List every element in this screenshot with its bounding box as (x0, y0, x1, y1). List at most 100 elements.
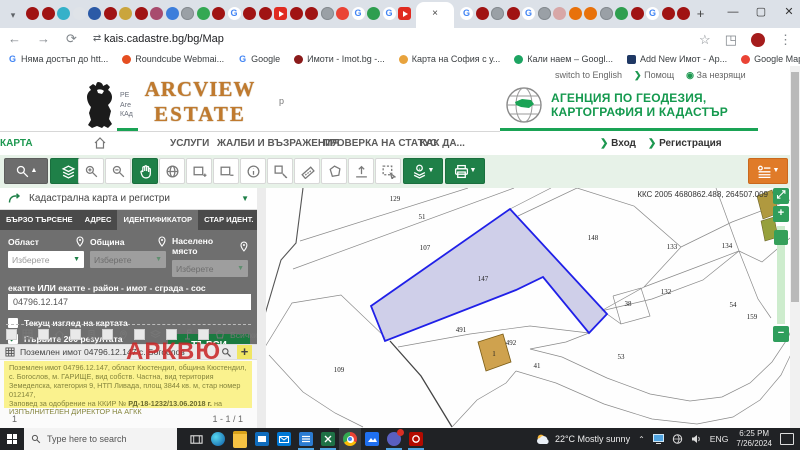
back-icon[interactable]: ← (8, 28, 21, 50)
browser-tab[interactable] (320, 7, 334, 20)
browser-menu-icon[interactable]: ⋮ (779, 29, 792, 51)
agency-logo[interactable]: АГЕНЦИЯ ПО ГЕОДЕЗИЯ, КАРТОГРАФИЯ И КАДАС… (505, 86, 728, 124)
fullscreen-button[interactable]: ⤢ (773, 188, 789, 204)
pan-tool-button[interactable] (132, 158, 158, 184)
cadastre-map[interactable]: 129 51 107 147 148 133 134 132 38 54 159 491 492 109 5… (266, 188, 790, 428)
taskbar-app-edge[interactable] (207, 428, 229, 450)
map-pin-icon[interactable] (158, 236, 166, 247)
zoom-in-tool-button[interactable] (78, 158, 104, 184)
add-result-button[interactable]: + (237, 345, 252, 359)
upload-tool-button[interactable] (348, 158, 374, 184)
measure-area-tool-button[interactable] (267, 158, 293, 184)
measure-distance-tool-button[interactable] (294, 158, 320, 184)
obshtina-select[interactable]: Изберете ▼ (90, 251, 166, 268)
page-number[interactable]: 1 (12, 414, 17, 424)
browser-tab[interactable] (88, 7, 101, 20)
taskbar-app-word[interactable] (295, 428, 317, 450)
current-view-checkbox-row[interactable]: Текущ изглед на картата (8, 318, 128, 328)
browser-tab[interactable] (181, 7, 194, 20)
filter-checkbox-building[interactable] (70, 329, 81, 340)
browser-tab[interactable] (243, 7, 256, 20)
browser-tab[interactable] (553, 7, 566, 20)
browser-tab[interactable] (475, 7, 489, 20)
identifier-input[interactable] (8, 294, 251, 310)
zoom-out-tool-button[interactable] (105, 158, 131, 184)
site-info-icon[interactable]: ⇄ (93, 28, 101, 50)
browser-tab[interactable] (258, 7, 272, 20)
tab-search[interactable]: АДРЕС (79, 210, 118, 230)
scrollbar-thumb[interactable] (791, 72, 799, 302)
tray-chevron-icon[interactable]: ⌃ (638, 435, 645, 444)
home-icon[interactable] (93, 136, 107, 150)
taskbar-app-chrome[interactable] (339, 428, 361, 450)
nav-item-karta[interactable]: КАРТА (0, 138, 33, 149)
notification-center-icon[interactable] (780, 433, 794, 445)
browser-tab[interactable] (26, 7, 39, 20)
bookmark-item[interactable]: Кали наем – Googl... (514, 54, 613, 64)
browser-tab[interactable] (336, 7, 349, 20)
taskbar-app-store[interactable] (251, 428, 273, 450)
profile-avatar[interactable] (751, 33, 765, 47)
browser-tab[interactable] (41, 7, 55, 20)
browser-tab[interactable] (661, 7, 675, 20)
minimize-button[interactable]: — (726, 0, 740, 26)
checkbox-unchecked[interactable] (8, 318, 18, 328)
bookmark-item[interactable]: Google Mapshttps:/... (741, 54, 800, 64)
browser-tab[interactable]: G (227, 7, 241, 20)
globe-tool-button[interactable] (159, 158, 185, 184)
task-view-button[interactable] (185, 428, 207, 450)
browser-tab[interactable] (615, 7, 628, 20)
nav-item-kak-da[interactable]: КАК ДА... (420, 138, 465, 149)
tray-monitor-icon[interactable] (652, 434, 664, 444)
browser-tab[interactable] (599, 7, 613, 20)
extensions-icon[interactable]: ◳ (725, 29, 737, 51)
start-button[interactable] (0, 428, 24, 450)
filter-checkbox-pin[interactable] (102, 329, 113, 340)
taskbar-clock[interactable]: 6:25 PM 7/26/2024 (736, 429, 772, 448)
browser-tab[interactable]: G (382, 7, 396, 20)
browser-tab[interactable] (119, 7, 132, 20)
map-pin-icon[interactable] (240, 241, 248, 252)
browser-tab[interactable] (305, 7, 318, 20)
browser-tab[interactable] (196, 7, 210, 20)
address-bar[interactable]: kais.cadastre.bg/bg/Map (104, 28, 224, 51)
login-link[interactable]: ❯ Вход (600, 138, 636, 149)
browser-tab[interactable] (677, 7, 690, 20)
browser-tab[interactable] (537, 7, 551, 20)
browser-tab[interactable]: G (522, 7, 535, 20)
filter-checkbox-grid[interactable] (6, 329, 17, 340)
zoom-in-button[interactable]: + (773, 206, 789, 222)
browser-tab[interactable] (103, 7, 117, 20)
browser-tab[interactable] (398, 7, 411, 20)
zoom-out-button[interactable]: − (773, 326, 789, 342)
browser-tab[interactable] (165, 7, 179, 20)
filter-all-label[interactable]: Всички (230, 330, 258, 340)
bookmark-star-icon[interactable]: ☆ (699, 29, 711, 51)
browser-tab[interactable]: G (460, 7, 473, 20)
close-button[interactable]: ✕ (782, 0, 796, 26)
tab-search-icon[interactable]: ▾ (6, 8, 20, 22)
bookmark-item[interactable]: Имоти - Imot.bg -... (294, 54, 385, 64)
highlighted-parcel-147[interactable] (369, 207, 609, 343)
map-pin-icon[interactable] (76, 236, 84, 247)
browser-tab[interactable] (630, 7, 644, 20)
filter-checkbox-house[interactable] (38, 329, 49, 340)
nav-item-uslugi[interactable]: УСЛУГИ (170, 138, 209, 149)
weather-widget[interactable]: 22°C Mostly sunny (536, 433, 630, 445)
page-scrollbar[interactable] (790, 66, 800, 428)
nav-item-zhalbi[interactable]: ЖАЛБИ И ВЪЗРАЖЕНИЯ (217, 138, 340, 149)
browser-tab[interactable] (491, 7, 504, 20)
browser-tab[interactable] (150, 7, 163, 20)
taskbar-app-photos[interactable] (361, 428, 383, 450)
cadastre-map-svg[interactable]: 129 51 107 147 148 133 134 132 38 54 159 491 492 109 5… (266, 188, 790, 428)
language-indicator[interactable]: ENG (710, 434, 729, 444)
zoom-to-result-icon[interactable] (221, 347, 232, 358)
tray-volume-icon[interactable] (691, 434, 702, 444)
forward-icon[interactable]: → (37, 28, 50, 50)
bookmark-item[interactable]: G Няма достъп до htt... (8, 54, 108, 64)
taskbar-app-excel[interactable] (317, 428, 339, 450)
reload-icon[interactable]: ⟳ (66, 28, 77, 50)
tab-identifier-active[interactable]: ИДЕНТИФИКАТОР (117, 210, 199, 230)
browser-tab[interactable] (289, 7, 303, 20)
maximize-button[interactable]: ▢ (754, 0, 768, 26)
